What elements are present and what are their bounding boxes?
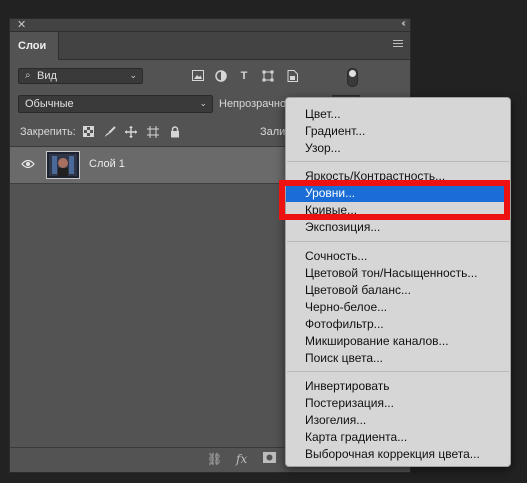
menu-item-curves[interactable]: Кривые...: [286, 202, 510, 219]
image-filter-icon[interactable]: [192, 70, 204, 82]
menu-item-vibrance[interactable]: Сочность...: [286, 248, 510, 265]
close-icon[interactable]: ✕: [17, 18, 26, 31]
menu-item-gradient[interactable]: Градиент...: [286, 123, 510, 140]
smart-object-filter-icon[interactable]: [286, 70, 298, 82]
menu-item-hue-saturation[interactable]: Цветовой тон/Насыщенность...: [286, 265, 510, 282]
menu-item-color-lookup[interactable]: Поиск цвета...: [286, 350, 510, 367]
collapse-icon[interactable]: ‹‹: [401, 18, 405, 29]
menu-item-invert[interactable]: Инвертировать: [286, 378, 510, 395]
lock-pixels-icon[interactable]: [104, 126, 116, 138]
shape-filter-icon[interactable]: [262, 70, 274, 82]
menu-separator: [287, 241, 509, 242]
menu-item-selective-color[interactable]: Выборочная коррекция цвета...: [286, 446, 510, 463]
tab-bar: Слои: [10, 32, 410, 60]
lock-artboard-icon[interactable]: [147, 126, 159, 138]
menu-separator: [287, 371, 509, 372]
filter-toggle[interactable]: [347, 68, 358, 87]
lock-label: Закрепить:: [20, 126, 76, 138]
layer-name: Слой 1: [89, 158, 125, 170]
menu-item-threshold[interactable]: Изогелия...: [286, 412, 510, 429]
tab-layers[interactable]: Слои: [10, 32, 59, 60]
filter-kind-value: Вид: [37, 70, 57, 82]
menu-item-photo-filter[interactable]: Фотофильтр...: [286, 316, 510, 333]
lock-position-icon[interactable]: [125, 126, 137, 138]
fx-button[interactable]: fx: [236, 452, 247, 466]
mask-icon[interactable]: [263, 452, 276, 466]
link-icon[interactable]: ⛓: [207, 452, 222, 466]
fill-label: Зали: [260, 126, 286, 138]
eye-icon[interactable]: [21, 159, 35, 169]
menu-separator: [287, 161, 509, 162]
blend-mode-value: Обычные: [25, 98, 74, 110]
panel-menu-icon[interactable]: [393, 40, 403, 49]
menu-item-posterize[interactable]: Постеризация...: [286, 395, 510, 412]
menu-item-black-white[interactable]: Черно-белое...: [286, 299, 510, 316]
search-icon: ⌕: [25, 70, 31, 81]
adjustment-layer-menu: Цвет... Градиент... Узор... Яркость/Конт…: [285, 97, 511, 467]
chevron-down-icon: ⌄: [129, 70, 137, 80]
filter-kind-select[interactable]: ⌕ Вид ⌄: [18, 68, 143, 84]
filter-row: ⌕ Вид ⌄ T: [10, 66, 410, 87]
menu-item-gradient-map[interactable]: Карта градиента...: [286, 429, 510, 446]
lock-transparent-icon[interactable]: [82, 126, 94, 138]
adjustment-filter-icon[interactable]: [215, 70, 227, 82]
type-filter-icon[interactable]: T: [238, 70, 250, 82]
menu-item-channel-mixer[interactable]: Микширование каналов...: [286, 333, 510, 350]
opacity-label: Непрозрачно: [219, 98, 287, 110]
menu-item-solid-color[interactable]: Цвет...: [286, 106, 510, 123]
layer-thumbnail: [46, 151, 80, 179]
menu-item-pattern[interactable]: Узор...: [286, 140, 510, 157]
lock-all-icon[interactable]: [169, 126, 181, 138]
panel-titlebar: ✕ ‹‹: [10, 18, 410, 32]
menu-item-exposure[interactable]: Экспозиция...: [286, 219, 510, 236]
chevron-down-icon: ⌄: [199, 98, 207, 108]
blend-mode-select[interactable]: Обычные ⌄: [18, 95, 213, 113]
menu-item-brightness-contrast[interactable]: Яркость/Контрастность...: [286, 168, 510, 185]
menu-item-color-balance[interactable]: Цветовой баланс...: [286, 282, 510, 299]
menu-item-levels[interactable]: Уровни...: [286, 185, 510, 202]
